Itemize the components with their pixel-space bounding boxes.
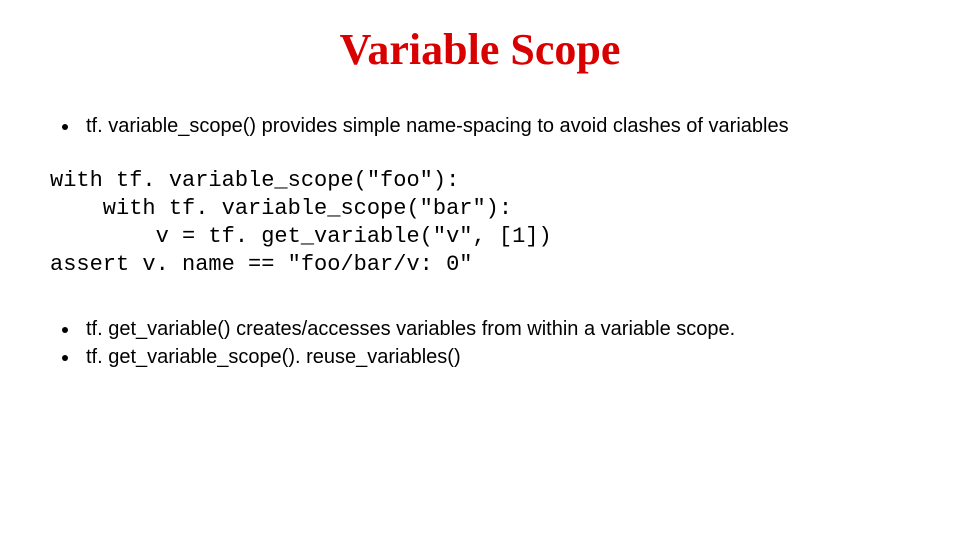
- bullet-item: tf. get_variable() creates/accesses vari…: [80, 316, 910, 342]
- bullet-item: tf. get_variable_scope(). reuse_variable…: [80, 344, 910, 370]
- slide-title: Variable Scope: [50, 24, 910, 75]
- slide: Variable Scope tf. variable_scope() prov…: [0, 0, 960, 540]
- bullet-list-top: tf. variable_scope() provides simple nam…: [50, 113, 910, 139]
- bullet-list-bottom: tf. get_variable() creates/accesses vari…: [50, 316, 910, 370]
- bullet-item: tf. variable_scope() provides simple nam…: [80, 113, 910, 139]
- code-block: with tf. variable_scope("foo"): with tf.…: [50, 167, 910, 280]
